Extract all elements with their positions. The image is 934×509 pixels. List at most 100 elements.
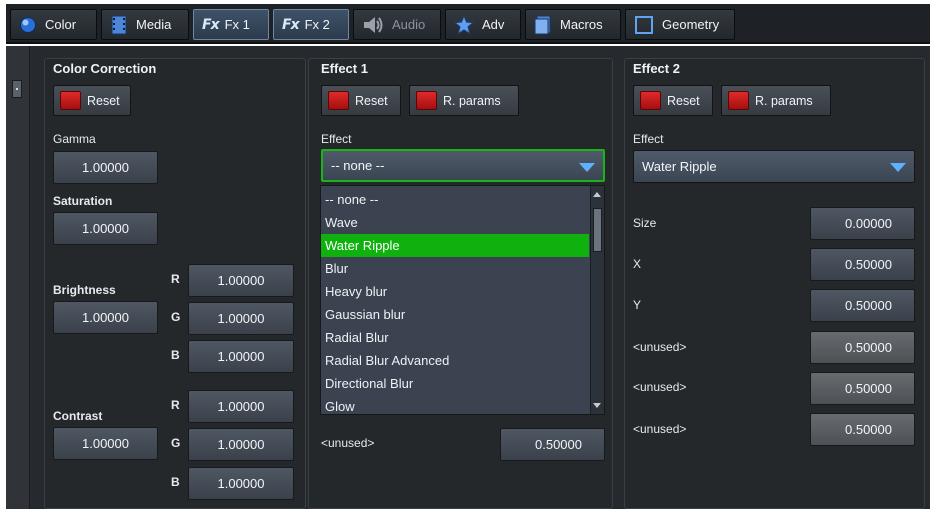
brightness-g-label: G <box>171 310 181 324</box>
effect1-rparams-button[interactable]: R. params <box>409 85 519 116</box>
effect1-reset-button[interactable]: Reset <box>321 85 401 116</box>
brightness-r-field[interactable]: 1.00000 <box>188 264 294 297</box>
tab-audio[interactable]: Audio <box>353 9 441 40</box>
tab-macros[interactable]: Macros <box>525 9 621 40</box>
brightness-r-label: R <box>171 272 180 286</box>
macro-document-icon <box>534 15 552 35</box>
app-window: Color Media Fx Fx 1 Fx Fx 2 Audio Adv Ma… <box>0 0 934 509</box>
effect2-title: Effect 2 <box>633 61 680 76</box>
effect2-unused1-field[interactable]: 0.50000 <box>810 331 915 364</box>
effect1-reset-label: Reset <box>355 93 388 108</box>
brightness-field[interactable]: 1.00000 <box>53 301 158 334</box>
contrast-r-label: R <box>171 398 180 412</box>
effect2-size-field[interactable]: 0.00000 <box>810 207 915 240</box>
effect1-title: Effect 1 <box>321 61 368 76</box>
effect2-size-label: Size <box>633 216 657 230</box>
tab-color[interactable]: Color <box>10 9 97 40</box>
rparams-swatch-icon <box>728 91 749 110</box>
gamma-label: Gamma <box>53 132 96 146</box>
reset-swatch-icon <box>328 91 349 110</box>
dropdown-scroll-thumb[interactable] <box>593 208 602 252</box>
saturation-field[interactable]: 1.00000 <box>53 212 158 245</box>
tab-media-label: Media <box>136 17 172 32</box>
effect1-rparams-label: R. params <box>443 93 501 108</box>
effect2-reset-button[interactable]: Reset <box>633 85 713 116</box>
tab-adv-label: Adv <box>482 17 505 32</box>
effect2-select-value: Water Ripple <box>642 159 717 174</box>
speaker-icon <box>362 15 384 35</box>
tab-fx1-label: Fx 1 <box>224 17 250 32</box>
tab-macros-label: Macros <box>560 17 603 32</box>
rparams-swatch-icon <box>416 91 437 110</box>
fx-icon: Fx <box>202 16 220 33</box>
contrast-g-label: G <box>171 436 181 450</box>
tab-geometry[interactable]: Geometry <box>625 9 735 40</box>
dropdown-option-blur[interactable]: Blur <box>321 257 589 280</box>
dropdown-scrollbar[interactable] <box>590 186 604 414</box>
dropdown-option-wave[interactable]: Wave <box>321 211 589 234</box>
tab-media[interactable]: Media <box>101 9 189 40</box>
contrast-b-field[interactable]: 1.00000 <box>188 467 294 500</box>
brightness-b-field[interactable]: 1.00000 <box>188 340 294 373</box>
effect1-dropdown-list[interactable]: -- none -- Wave Water Ripple Blur Heavy … <box>320 185 605 415</box>
contrast-label: Contrast <box>53 409 103 423</box>
effect1-effect-label: Effect <box>321 132 352 146</box>
color-globe-icon <box>19 16 37 34</box>
effect2-unused3-label: <unused> <box>633 422 687 436</box>
saturation-label: Saturation <box>53 194 113 208</box>
effect2-rparams-button[interactable]: R. params <box>721 85 831 116</box>
left-scrollbar[interactable] <box>6 46 30 509</box>
effect2-unused2-label: <unused> <box>633 380 687 394</box>
star-icon <box>454 14 474 35</box>
effect2-select[interactable]: Water Ripple <box>633 150 915 183</box>
dropdown-option-heavy-blur[interactable]: Heavy blur <box>321 280 589 303</box>
effect1-unused-field[interactable]: 0.50000 <box>500 428 605 461</box>
tab-geometry-label: Geometry <box>662 17 720 32</box>
fx-icon: Fx <box>282 16 300 33</box>
effect2-reset-label: Reset <box>667 93 700 108</box>
reset-swatch-icon <box>640 91 661 110</box>
dropdown-option-radial-blur-advanced[interactable]: Radial Blur Advanced <box>321 349 589 372</box>
tab-color-label: Color <box>45 17 77 32</box>
brightness-b-label: B <box>171 348 180 362</box>
scrollbar-grip[interactable] <box>12 80 22 98</box>
effect2-panel: Effect 2 Reset R. params Effect Water Ri… <box>624 58 925 509</box>
effect1-select-value: -- none -- <box>331 158 385 173</box>
tab-bar: Color Media Fx Fx 1 Fx Fx 2 Audio Adv Ma… <box>6 4 930 44</box>
reset-swatch-icon <box>60 91 81 110</box>
tab-fx2-label: Fx 2 <box>304 17 330 32</box>
tab-fx2[interactable]: Fx Fx 2 <box>273 9 349 40</box>
main-area: Color Correction Reset Gamma 1.00000 Sat… <box>6 46 930 509</box>
tab-adv[interactable]: Adv <box>445 9 521 40</box>
dropdown-option-water-ripple[interactable]: Water Ripple <box>321 234 589 257</box>
dropdown-option-radial-blur[interactable]: Radial Blur <box>321 326 589 349</box>
contrast-r-field[interactable]: 1.00000 <box>188 390 294 423</box>
effect2-y-field[interactable]: 0.50000 <box>810 289 915 322</box>
tab-fx1[interactable]: Fx Fx 1 <box>193 9 269 40</box>
effect2-x-field[interactable]: 0.50000 <box>810 248 915 281</box>
effect2-unused2-field[interactable]: 0.50000 <box>810 372 915 405</box>
dropdown-option-gaussian-blur[interactable]: Gaussian blur <box>321 303 589 326</box>
dropdown-option-directional-blur[interactable]: Directional Blur <box>321 372 589 395</box>
color-correction-panel: Color Correction Reset Gamma 1.00000 Sat… <box>44 58 306 509</box>
effect1-unused-label: <unused> <box>321 436 375 450</box>
effect2-unused1-label: <unused> <box>633 340 687 354</box>
film-strip-icon <box>110 15 128 35</box>
tab-audio-label: Audio <box>392 17 426 32</box>
color-reset-label: Reset <box>87 93 120 108</box>
scroll-up-icon[interactable] <box>593 192 601 197</box>
dropdown-option-glow[interactable]: Glow <box>321 395 589 414</box>
contrast-b-label: B <box>171 475 180 489</box>
color-correction-title: Color Correction <box>53 61 157 76</box>
scroll-down-icon[interactable] <box>593 403 601 408</box>
effect2-unused3-field[interactable]: 0.50000 <box>810 413 915 446</box>
contrast-g-field[interactable]: 1.00000 <box>188 428 294 461</box>
gamma-field[interactable]: 1.00000 <box>53 151 158 184</box>
effect1-select[interactable]: -- none -- <box>321 149 605 182</box>
dropdown-option-none[interactable]: -- none -- <box>321 188 589 211</box>
brightness-g-field[interactable]: 1.00000 <box>188 302 294 335</box>
color-reset-button[interactable]: Reset <box>53 85 131 116</box>
chevron-down-icon <box>890 163 906 172</box>
contrast-field[interactable]: 1.00000 <box>53 427 158 460</box>
effect2-x-label: X <box>633 257 642 271</box>
